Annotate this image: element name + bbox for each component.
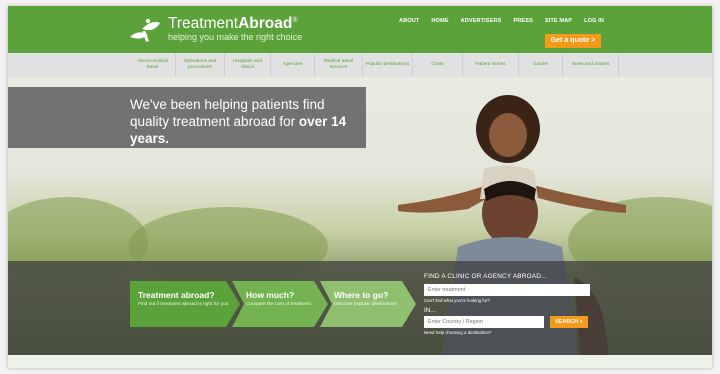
nav-item-about-medical-travel[interactable]: About medical travel <box>130 53 176 77</box>
clinic-finder: FIND A CLINIC OR AGENCY ABROAD... Can't … <box>424 273 608 335</box>
nav-item-operations[interactable]: Operations and procedures <box>176 53 225 77</box>
headline-text: We've been helping patients find quality… <box>130 97 325 129</box>
site-header: TreatmentAbroad® helping you make the ri… <box>8 6 712 53</box>
main-nav: About medical travel Operations and proc… <box>8 53 712 77</box>
in-label: IN... <box>424 307 436 314</box>
logo-name-light: Treatment <box>168 14 239 32</box>
nav-item-agencies[interactable]: Agencies <box>271 53 315 77</box>
step-description: Find out if treatment abroad is right fo… <box>138 302 229 307</box>
treatment-help-link[interactable]: Can't find what you're looking for? <box>424 298 608 303</box>
top-link-press[interactable]: PRESS <box>513 18 532 24</box>
step-description: Compare the cost of treatment <box>246 302 311 307</box>
step-title: Where to go? <box>334 290 389 300</box>
treatment-input[interactable] <box>424 284 590 296</box>
logo-tagline: helping you make the right choice <box>168 32 303 43</box>
browser-frame: TreatmentAbroad® helping you make the ri… <box>8 6 712 368</box>
nav-item-popular-destinations[interactable]: Popular destinations <box>363 53 413 77</box>
nav-item-guides[interactable]: Guides <box>519 53 563 77</box>
step-how-much[interactable]: How much? Compare the cost of treatment <box>232 281 328 327</box>
hero-banner: We've been helping patients find quality… <box>8 77 712 355</box>
nav-item-medical-travel-services[interactable]: Medical travel services <box>315 53 363 77</box>
finder-title: FIND A CLINIC OR AGENCY ABROAD... <box>424 273 547 280</box>
step-where-to-go[interactable]: Where to go? Discover popular destinatio… <box>320 281 416 327</box>
top-link-log-in[interactable]: LOG IN <box>584 18 604 24</box>
search-button[interactable]: SEARCH > <box>550 316 588 328</box>
top-link-home[interactable]: HOME <box>431 18 448 24</box>
step-title: Treatment abroad? <box>138 290 215 300</box>
journey-steps: Treatment abroad? Find out if treatment … <box>130 281 416 327</box>
hero-headline: We've been helping patients find quality… <box>130 97 360 148</box>
step-treatment-abroad[interactable]: Treatment abroad? Find out if treatment … <box>130 281 240 327</box>
country-input[interactable] <box>424 316 544 328</box>
destination-help-link[interactable]: Need help choosing a destination? <box>424 330 608 335</box>
nav-item-costs[interactable]: Costs <box>413 53 463 77</box>
logo[interactable]: TreatmentAbroad® helping you make the ri… <box>128 15 302 43</box>
top-links: ABOUT HOME ADVERTISERS PRESS SITE MAP LO… <box>399 18 604 24</box>
logo-name-bold: Abroad <box>238 14 293 32</box>
top-link-about[interactable]: ABOUT <box>399 18 419 24</box>
top-link-advertisers[interactable]: ADVERTISERS <box>461 18 502 24</box>
nav-item-hospitals[interactable]: Hospitals and clinics <box>225 53 271 77</box>
get-quote-button[interactable]: Get a quote > <box>545 34 601 48</box>
content-band <box>8 355 712 368</box>
logo-leaf-icon <box>130 18 160 42</box>
top-link-site-map[interactable]: SITE MAP <box>545 18 572 24</box>
step-title: How much? <box>246 290 295 300</box>
page: TreatmentAbroad® helping you make the ri… <box>0 0 720 374</box>
nav-item-news[interactable]: News and articles <box>563 53 619 77</box>
registered-mark: ® <box>292 16 298 24</box>
nav-item-patient-stories[interactable]: Patient stories <box>463 53 519 77</box>
step-description: Discover popular destinations <box>334 302 397 307</box>
